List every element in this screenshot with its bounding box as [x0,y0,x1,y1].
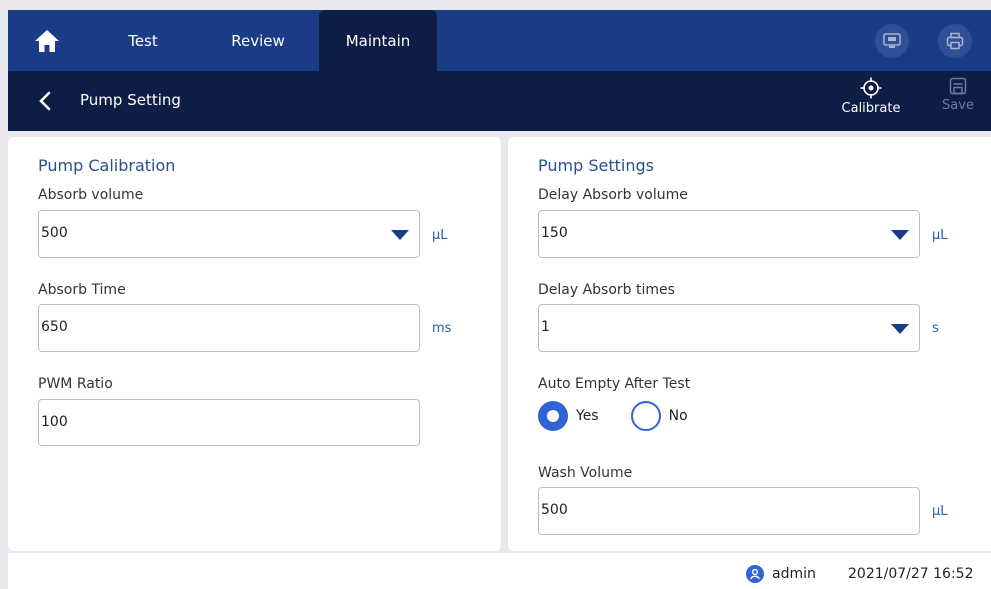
save-label: Save [942,98,974,113]
pwm-ratio-label: PWM Ratio [38,376,113,392]
dropdown-caret-icon [891,230,909,240]
pump-calibration-title: Pump Calibration [38,156,176,175]
radio-checked-icon [538,401,568,431]
absorb-volume-unit: μL [432,228,448,243]
pump-settings-title: Pump Settings [538,156,654,175]
auto-empty-no-radio[interactable]: No [630,401,688,431]
delay-absorb-volume-select[interactable]: 150 [538,210,920,258]
calibrate-button[interactable]: Calibrate [834,77,908,127]
delay-absorb-times-unit: s [932,321,939,336]
tab-maintain[interactable]: Maintain [319,10,437,71]
tab-test-label: Test [128,31,158,50]
printer-icon [946,32,964,50]
back-arrow-icon[interactable] [34,89,58,113]
auto-empty-yes-radio[interactable]: Yes [538,401,599,431]
dropdown-caret-icon [891,324,909,334]
save-icon [949,77,967,95]
wash-volume-unit: μL [932,504,948,519]
home-icon [35,29,59,52]
delay-absorb-times-label: Delay Absorb times [538,282,675,298]
status-datetime: 2021/07/27 16:52 [848,566,974,582]
wash-volume-label: Wash Volume [538,465,633,481]
tab-maintain-label: Maintain [345,31,411,50]
absorb-time-value: 650 [41,319,68,335]
auto-empty-no-label: No [668,408,688,424]
delay-absorb-times-value: 1 [541,319,550,335]
user-icon [746,565,764,583]
tab-test[interactable]: Test [106,10,180,71]
status-bar: admin 2021/07/27 16:52 [8,553,991,589]
wash-volume-value: 500 [541,502,568,518]
dropdown-caret-icon [391,230,409,240]
pump-settings-panel: Pump Settings Delay Absorb volume 150 μL… [508,137,991,551]
auto-empty-yes-label: Yes [576,408,599,424]
save-button[interactable]: Save [933,77,983,127]
home-button[interactable] [8,10,86,71]
absorb-time-unit: ms [432,321,452,336]
delay-absorb-volume-unit: μL [932,228,948,243]
app-window: Test Review Maintain Pump Setting Calibr… [0,0,991,589]
lis-button[interactable] [875,24,909,58]
auto-empty-label: Auto Empty After Test [538,376,691,392]
tab-review-label: Review [231,31,285,50]
tab-review[interactable]: Review [208,10,308,71]
auto-empty-radio-group: Yes No [538,401,688,431]
pwm-ratio-input[interactable]: 100 [38,399,420,446]
radio-unchecked-icon [630,401,661,431]
absorb-volume-value: 500 [41,225,68,241]
top-nav: Test Review Maintain [8,10,991,71]
absorb-volume-label: Absorb volume [38,187,144,203]
sub-header: Pump Setting Calibrate Save [8,71,991,131]
delay-absorb-times-select[interactable]: 1 [538,304,920,352]
delay-absorb-volume-value: 150 [541,225,568,241]
page-title: Pump Setting [80,91,181,109]
delay-absorb-volume-label: Delay Absorb volume [538,187,688,203]
absorb-volume-select[interactable]: 500 [38,210,420,258]
pump-calibration-panel: Pump Calibration Absorb volume 500 μL Ab… [8,137,501,551]
calibrate-label: Calibrate [841,101,901,116]
absorb-time-input[interactable]: 650 [38,304,420,352]
print-button[interactable] [938,24,972,58]
pwm-ratio-value: 100 [41,414,68,430]
lis-monitor-icon [883,33,901,48]
current-user[interactable]: admin [746,565,816,583]
username: admin [772,566,816,582]
wash-volume-input[interactable]: 500 [538,487,920,535]
crosshair-icon [860,77,882,99]
absorb-time-label: Absorb Time [38,282,126,298]
